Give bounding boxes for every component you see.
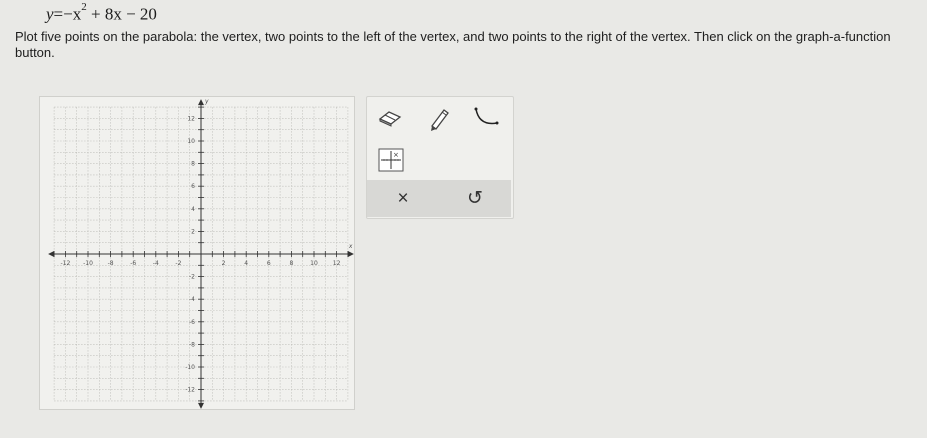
equation-rhs-b: + 8x − 20 bbox=[86, 4, 157, 24]
y-tick-label: 12 bbox=[187, 115, 195, 122]
instructions-text: Plot five points on the parabola: the ve… bbox=[15, 29, 891, 60]
x-tick-label: -12 bbox=[60, 260, 70, 267]
action-bar: × ↺ bbox=[367, 180, 511, 217]
y-axis-arrow-up bbox=[198, 99, 204, 106]
y-tick-label: 6 bbox=[191, 183, 195, 190]
x-tick-label: 12 bbox=[333, 260, 341, 267]
x-tick-label: 8 bbox=[289, 260, 293, 267]
eraser-tool[interactable] bbox=[377, 109, 403, 132]
graph-panel[interactable]: x y -12 -10 -8 -6 -4 -2 2 4 6 8 10 12 12 10 8 6 4 2 -2 -4 -6 -8… bbox=[39, 96, 355, 410]
x-tick-label: 4 bbox=[244, 260, 248, 267]
y-tick-label: -2 bbox=[189, 274, 195, 281]
x-axis-label: x bbox=[348, 243, 353, 250]
x-axis-arrow-left bbox=[48, 251, 55, 257]
equation-lhs: y bbox=[46, 4, 54, 24]
equation-equals: = bbox=[53, 4, 64, 24]
y-tick-label: -12 bbox=[185, 387, 195, 394]
y-axis-arrow-down bbox=[198, 402, 204, 409]
y-tick-label: -4 bbox=[189, 296, 195, 303]
y-tick-label: -6 bbox=[189, 319, 195, 326]
coordinate-plane[interactable]: x y -12 -10 -8 -6 -4 -2 2 4 6 8 10 12 12 10 8 6 4 2 -2 -4 -6 -8… bbox=[40, 97, 354, 409]
y-tick-label: 4 bbox=[191, 206, 195, 213]
eraser-icon bbox=[378, 111, 402, 127]
pencil-icon bbox=[431, 109, 449, 131]
x-axis-arrow-right bbox=[347, 251, 354, 257]
x-tick-label: -6 bbox=[130, 260, 136, 267]
x-tick-label: -10 bbox=[83, 260, 93, 267]
pencil-tool[interactable] bbox=[427, 106, 451, 137]
equation-rhs-a: −x bbox=[63, 4, 82, 24]
y-tick-label: 2 bbox=[191, 228, 195, 235]
parabola-tool-icon bbox=[474, 107, 499, 125]
y-axis-label: y bbox=[204, 98, 209, 105]
clear-button[interactable]: × bbox=[367, 180, 439, 217]
x-tick-label: 6 bbox=[267, 260, 271, 267]
y-tick-label: -8 bbox=[189, 341, 195, 348]
x-tick-label: -8 bbox=[108, 260, 114, 267]
x-tick-label: 10 bbox=[310, 260, 318, 267]
undo-button[interactable]: ↺ bbox=[439, 180, 511, 217]
undo-icon: ↺ bbox=[467, 188, 483, 209]
x-tick-label: -4 bbox=[153, 260, 159, 267]
y-tick-label: -10 bbox=[185, 364, 195, 371]
graph-function-icon: × bbox=[378, 148, 404, 172]
equation: y=−x2 + 8x − 20 bbox=[46, 1, 157, 25]
x-tick-label: 2 bbox=[222, 260, 226, 267]
svg-text:×: × bbox=[393, 151, 399, 159]
y-tick-label: 10 bbox=[187, 138, 195, 145]
close-icon: × bbox=[397, 187, 409, 209]
parabola-tool[interactable] bbox=[473, 106, 501, 135]
equation-exponent: 2 bbox=[81, 1, 87, 13]
x-tick-label: -2 bbox=[175, 260, 181, 267]
graph-function-tool[interactable]: × bbox=[378, 148, 404, 177]
y-tick-label: 8 bbox=[191, 161, 195, 168]
